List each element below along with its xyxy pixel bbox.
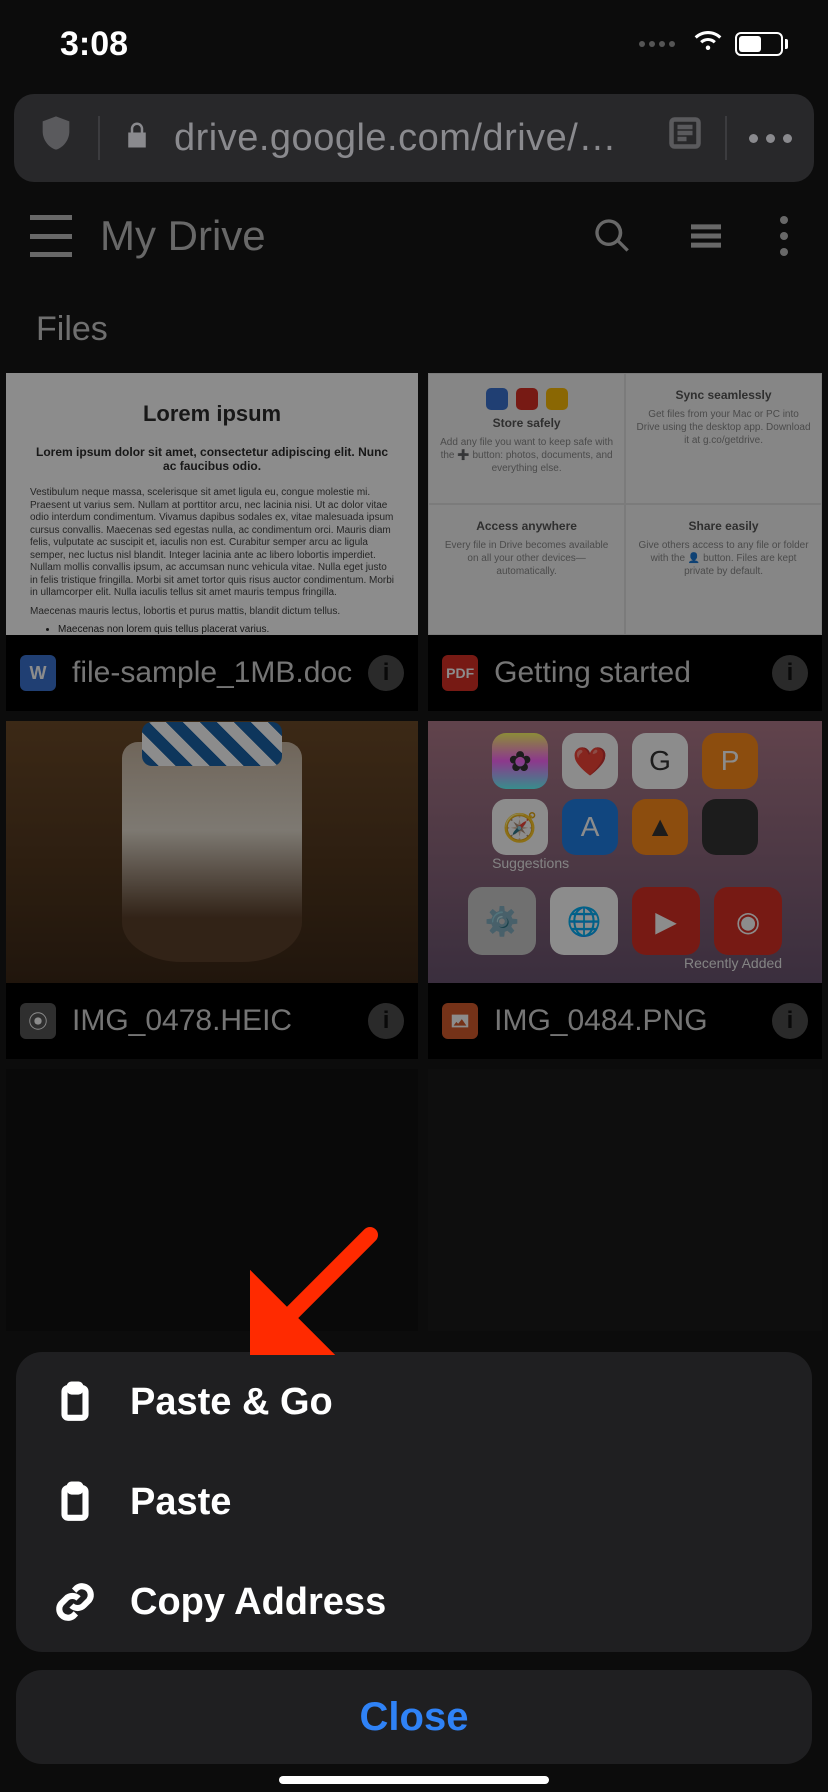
file-thumbnail [6, 1069, 418, 1331]
copy-address-item[interactable]: Copy Address [16, 1552, 812, 1652]
overflow-menu-icon[interactable] [780, 216, 788, 256]
file-thumbnail [6, 721, 418, 983]
paste-item[interactable]: Paste [16, 1452, 812, 1552]
clipboard-icon [54, 1481, 96, 1523]
search-icon[interactable] [592, 216, 632, 256]
cellular-dots-icon [639, 41, 675, 47]
status-bar: 3:08 [0, 0, 828, 88]
file-name: IMG_0484.PNG [494, 1004, 756, 1038]
status-time: 3:08 [60, 25, 128, 64]
file-name: file-sample_1MB.doc [72, 656, 352, 690]
sheet-item-label: Copy Address [130, 1581, 386, 1624]
filetype-image-icon [442, 1003, 478, 1039]
action-sheet-group: Paste & Go Paste Copy Address [16, 1352, 812, 1652]
clipboard-go-icon [54, 1381, 96, 1423]
url-bar[interactable]: drive.google.com/drive/mo... [14, 94, 814, 182]
info-icon[interactable]: i [772, 1003, 808, 1039]
drive-toolbar: My Drive [0, 188, 828, 284]
file-card[interactable] [6, 1069, 418, 1331]
wifi-icon [691, 25, 725, 64]
file-name: IMG_0478.HEIC [72, 1004, 352, 1038]
battery-icon [735, 32, 788, 56]
status-indicators [639, 25, 788, 64]
separator [725, 116, 727, 160]
file-card[interactable]: ✿ ❤️ G P 🧭 A ▲ ⋮⋮ Suggestions ⚙ [428, 721, 822, 1059]
close-label: Close [360, 1695, 469, 1740]
hamburger-menu-icon[interactable] [30, 215, 72, 257]
url-text: drive.google.com/drive/mo... [174, 117, 645, 160]
link-icon [54, 1581, 96, 1623]
action-sheet: Paste & Go Paste Copy Address Close [16, 1352, 812, 1764]
file-grid: Lorem ipsum Lorem ipsum dolor sit amet, … [0, 373, 828, 1331]
file-thumbnail: Store safely Add any file you want to ke… [428, 373, 822, 635]
more-menu-icon[interactable] [749, 134, 792, 143]
file-card[interactable]: Lorem ipsum Lorem ipsum dolor sit amet, … [6, 373, 418, 711]
file-thumbnail [428, 1069, 822, 1331]
page-title: My Drive [100, 212, 592, 260]
shield-icon[interactable] [36, 113, 76, 163]
file-card[interactable] [428, 1069, 822, 1331]
info-icon[interactable]: i [772, 655, 808, 691]
paste-and-go-item[interactable]: Paste & Go [16, 1352, 812, 1452]
lock-icon [122, 117, 152, 160]
separator [98, 116, 100, 160]
info-icon[interactable]: i [368, 1003, 404, 1039]
info-icon[interactable]: i [368, 655, 404, 691]
reader-mode-icon[interactable] [667, 115, 703, 161]
file-card[interactable]: IMG_0478.HEIC i [6, 721, 418, 1059]
filetype-pdf-icon: PDF [442, 655, 478, 691]
list-view-icon[interactable] [686, 216, 726, 256]
filetype-image-icon [20, 1003, 56, 1039]
close-button[interactable]: Close [16, 1670, 812, 1764]
file-name: Getting started [494, 656, 756, 690]
sheet-item-label: Paste [130, 1481, 231, 1524]
file-card[interactable]: Store safely Add any file you want to ke… [428, 373, 822, 711]
sheet-item-label: Paste & Go [130, 1381, 333, 1424]
file-thumbnail: ✿ ❤️ G P 🧭 A ▲ ⋮⋮ Suggestions ⚙ [428, 721, 822, 983]
home-indicator[interactable] [279, 1776, 549, 1784]
section-header: Files [0, 284, 828, 373]
file-thumbnail: Lorem ipsum Lorem ipsum dolor sit amet, … [6, 373, 418, 635]
filetype-word-icon: W [20, 655, 56, 691]
